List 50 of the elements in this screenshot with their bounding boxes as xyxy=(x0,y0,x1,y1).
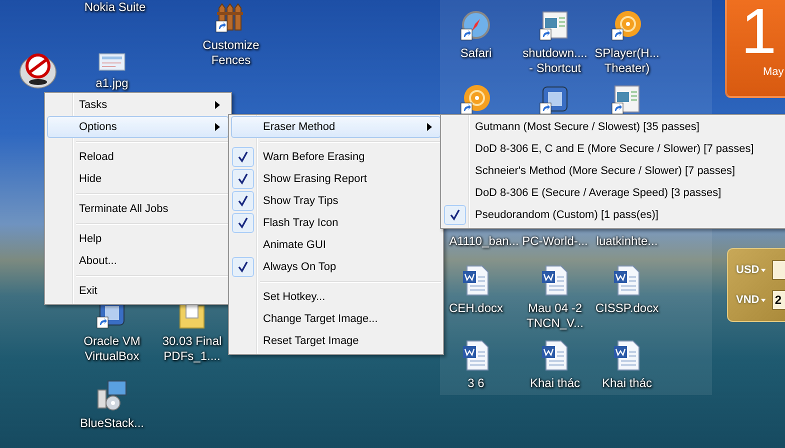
menu-item[interactable]: Help xyxy=(47,228,229,250)
menu-item[interactable]: Change Target Image... xyxy=(231,308,441,330)
desktop-icon-label[interactable]: Mau 04 -2 TNCN_V... xyxy=(526,301,584,331)
calendar-day: 1 xyxy=(741,0,777,66)
desktop-icon-label[interactable]: CEH.docx xyxy=(448,301,504,316)
menu-item[interactable]: About... xyxy=(47,250,229,272)
calendar-month: May xyxy=(763,66,784,78)
menu-item[interactable]: Flash Tray Icon xyxy=(231,212,441,234)
desktop-icon-label[interactable]: SPlayer(H... Theater) xyxy=(594,46,660,76)
menu-item[interactable]: Gutmann (Most Secure / Slowest) [35 passes] xyxy=(443,116,785,138)
menu-item[interactable]: DoD 8-306 E, C and E (More Secure / Slower) [7 passes] xyxy=(443,138,785,160)
image-icon[interactable] xyxy=(96,52,128,72)
desktop-icon-label[interactable]: Khai thác xyxy=(530,376,580,391)
menu-item[interactable]: Show Erasing Report xyxy=(231,168,441,190)
desktop-icon-label[interactable]: Nokia Suite xyxy=(84,0,146,15)
menu-item[interactable]: Always On Top xyxy=(231,256,441,278)
desktop-icon-label[interactable]: Oracle VM VirtualBox xyxy=(84,334,140,364)
amount-field[interactable]: 2 xyxy=(772,290,785,310)
desktop-icon-label[interactable]: Khai thác xyxy=(602,376,652,391)
desktop-icon-label[interactable]: a1.jpg xyxy=(96,76,128,91)
menu-item[interactable]: Options xyxy=(47,116,229,138)
installer-icon[interactable] xyxy=(96,380,128,412)
disc-icon[interactable] xyxy=(611,10,643,42)
menu-item[interactable]: Set Hotkey... xyxy=(231,286,441,308)
menu-item[interactable]: Show Tray Tips xyxy=(231,190,441,212)
menu-item[interactable]: Pseudorandom (Custom) [1 pass(es)] xyxy=(443,204,785,226)
desktop-icon-label[interactable]: CISSP.docx xyxy=(595,301,659,316)
menu-item[interactable]: Eraser Method xyxy=(231,116,441,138)
desktop-icon-label[interactable]: 3 6 xyxy=(468,376,484,391)
menu-item[interactable]: Hide xyxy=(47,168,229,190)
currency-label: USD xyxy=(736,264,760,276)
desktop-icon-label[interactable]: Customize Fences xyxy=(202,38,260,68)
disc-icon[interactable] xyxy=(460,84,492,116)
desktop-icon-label[interactable]: Safari xyxy=(460,46,492,61)
menu-item[interactable]: Animate GUI xyxy=(231,234,441,256)
menu-item[interactable]: Schneier's Method (More Secure / Slower) [7 passes] xyxy=(443,160,785,182)
menu-item[interactable]: DoD 8-306 E (Secure / Average Speed) [3 passes] xyxy=(443,182,785,204)
menu-item[interactable]: Tasks xyxy=(47,94,229,116)
desktop-icon-label[interactable]: BlueStack... xyxy=(80,416,144,431)
caret-icon[interactable] xyxy=(761,298,766,302)
menu-item[interactable]: Warn Before Erasing xyxy=(231,146,441,168)
caret-icon[interactable] xyxy=(761,268,766,272)
menu-item[interactable]: Reload xyxy=(47,146,229,168)
menu-item[interactable]: Terminate All Jobs xyxy=(47,198,229,220)
menu-item[interactable]: Reset Target Image xyxy=(231,330,441,352)
desktop-icon-label[interactable]: 30.03 Final PDFs_1.... xyxy=(162,334,222,364)
compass-icon[interactable] xyxy=(460,10,492,42)
desktop-icon-label[interactable]: shutdown.... - Shortcut xyxy=(522,46,588,76)
menu-item[interactable]: Exit xyxy=(47,280,229,302)
currency-label: VND xyxy=(736,294,760,306)
